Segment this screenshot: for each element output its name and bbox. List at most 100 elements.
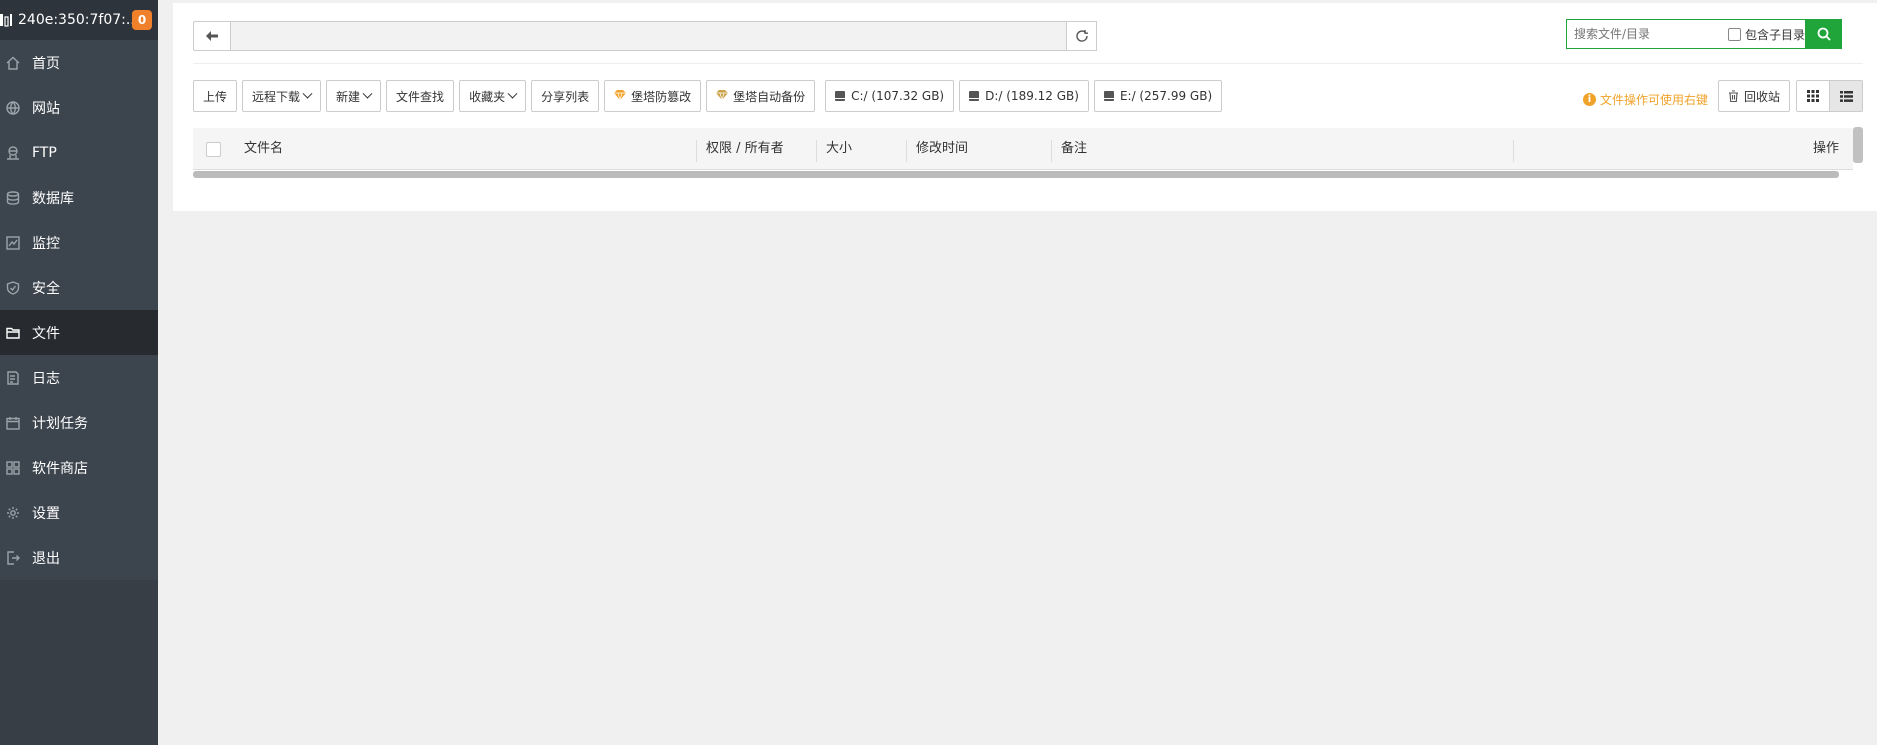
col-filename[interactable]: 文件名 [244, 128, 283, 170]
col-action: 操作 [1812, 141, 1839, 156]
info-icon: i [1583, 93, 1596, 106]
globe-icon [6, 100, 20, 115]
sidebar-item-settings[interactable]: 设置 [0, 490, 158, 535]
gem-icon [716, 89, 729, 103]
upload-button[interactable]: 上传 [193, 80, 238, 112]
sidebar: 240e:350:7f07:... 0 首页 网站 FTP 数据库 监控 安全 [0, 0, 158, 745]
sidebar-item-cron[interactable]: 计划任务 [0, 400, 158, 445]
grid-view-button[interactable] [1796, 80, 1830, 112]
log-icon [6, 370, 20, 385]
vertical-scrollbar[interactable] [1853, 127, 1863, 163]
sidebar-item-files[interactable]: 文件 [0, 310, 158, 355]
sidebar-item-security[interactable]: 安全 [0, 265, 158, 310]
sidebar-item-label: 退出 [32, 550, 60, 567]
new-button[interactable]: 新建 [326, 80, 382, 112]
recycle-bin-button[interactable]: 回收站 [1718, 80, 1791, 112]
logout-icon [6, 550, 20, 565]
search-field: 包含子目录 [1566, 19, 1806, 49]
path-input[interactable] [231, 21, 1067, 51]
file-toolbar: 上传 远程下载 新建 文件查找 收藏夹 分享列表 堡塔防篡改 堡塔自动备份 C:… [193, 80, 1227, 112]
refresh-button[interactable] [1067, 21, 1097, 51]
path-bar [193, 21, 1097, 51]
sidebar-item-label: 网站 [32, 100, 60, 117]
sidebar-item-label: 监控 [32, 235, 60, 252]
disk-icon [1103, 91, 1114, 101]
server-icon [0, 13, 12, 27]
sidebar-item-logout[interactable]: 退出 [0, 535, 158, 580]
sidebar-item-label: 日志 [32, 370, 60, 387]
column-divider [1513, 140, 1514, 162]
notification-badge[interactable]: 0 [132, 10, 152, 30]
server-header: 240e:350:7f07:... 0 [0, 0, 158, 40]
file-table-header: 文件名 权限 / 所有者 大小 修改时间 备注 操作 [193, 128, 1853, 170]
include-subdir-checkbox[interactable] [1727, 27, 1741, 41]
remote-download-label: 远程下载 [252, 89, 301, 104]
sidebar-item-monitor[interactable]: 监控 [0, 220, 158, 265]
sidebar-item-label: 首页 [32, 55, 60, 72]
disk-label: D:/ (189.12 GB) [985, 89, 1079, 103]
chevron-down-icon [362, 88, 373, 99]
col-size[interactable]: 大小 [826, 128, 852, 170]
shield-icon [6, 280, 20, 295]
grid-icon [1807, 90, 1819, 102]
gem-icon [614, 89, 627, 103]
sidebar-item-website[interactable]: 网站 [0, 85, 158, 130]
col-remark[interactable]: 备注 [1061, 128, 1087, 170]
sidebar-item-label: 安全 [32, 280, 60, 297]
disk-label: E:/ (257.99 GB) [1119, 89, 1213, 103]
sidebar-item-ftp[interactable]: FTP [0, 130, 158, 175]
list-icon [1839, 90, 1853, 102]
column-divider [816, 140, 817, 162]
sidebar-item-label: 计划任务 [32, 415, 88, 432]
disk-d-button[interactable]: D:/ (189.12 GB) [959, 80, 1089, 112]
main-menu: 首页 网站 FTP 数据库 监控 安全 文件 日志 计划任务 软件商店 设置 退… [0, 40, 158, 580]
trash-icon [1729, 90, 1738, 102]
file-manager-panel: 包含子目录 上传 远程下载 新建 文件查找 收藏夹 分享列表 堡塔防篡改 堡塔自… [173, 3, 1877, 211]
divider [193, 63, 1863, 64]
refresh-icon [1075, 30, 1088, 42]
disk-e-button[interactable]: E:/ (257.99 GB) [1093, 80, 1223, 112]
recycle-bin-label: 回收站 [1744, 89, 1781, 104]
search-input[interactable] [1567, 21, 1728, 47]
tamper-proof-button[interactable]: 堡塔防篡改 [604, 80, 702, 112]
sidebar-item-database[interactable]: 数据库 [0, 175, 158, 220]
disk-c-button[interactable]: C:/ (107.32 GB) [825, 80, 955, 112]
calendar-icon [6, 416, 20, 430]
arrow-left-icon [206, 31, 218, 41]
back-button[interactable] [193, 21, 231, 51]
monitor-icon [6, 235, 20, 250]
select-all-checkbox[interactable] [206, 142, 221, 157]
gear-icon [6, 506, 20, 520]
column-divider [696, 140, 697, 162]
sidebar-item-label: 软件商店 [32, 460, 88, 477]
server-name: 240e:350:7f07:... [18, 12, 132, 28]
sidebar-footer [0, 580, 158, 745]
disk-icon [835, 91, 846, 101]
include-subdir-toggle[interactable]: 包含子目录 [1727, 26, 1805, 43]
file-search-button[interactable]: 文件查找 [386, 80, 455, 112]
share-list-button[interactable]: 分享列表 [531, 80, 600, 112]
hint-text: 文件操作可使用右键 [1600, 93, 1709, 107]
right-click-hint: i 文件操作可使用右键 [1583, 91, 1708, 108]
auto-backup-label: 堡塔自动备份 [733, 89, 806, 104]
apps-icon [6, 460, 20, 475]
database-icon [6, 190, 20, 205]
col-mtime[interactable]: 修改时间 [916, 128, 968, 170]
favorites-button[interactable]: 收藏夹 [459, 80, 527, 112]
sidebar-item-label: 文件 [32, 325, 60, 342]
disk-label: C:/ (107.32 GB) [851, 89, 945, 103]
search-icon [1817, 27, 1831, 41]
list-view-button[interactable] [1829, 80, 1863, 112]
sidebar-item-home[interactable]: 首页 [0, 40, 158, 85]
ftp-icon [6, 145, 20, 160]
column-divider [906, 140, 907, 162]
remote-download-button[interactable]: 远程下载 [242, 80, 322, 112]
col-permission[interactable]: 权限 / 所有者 [706, 128, 784, 170]
search-button[interactable] [1806, 19, 1842, 49]
chevron-down-icon [507, 88, 518, 99]
horizontal-scrollbar[interactable] [193, 171, 1839, 178]
sidebar-item-logs[interactable]: 日志 [0, 355, 158, 400]
auto-backup-button[interactable]: 堡塔自动备份 [706, 80, 816, 112]
sidebar-item-store[interactable]: 软件商店 [0, 445, 158, 490]
sidebar-item-label: FTP [32, 144, 57, 161]
